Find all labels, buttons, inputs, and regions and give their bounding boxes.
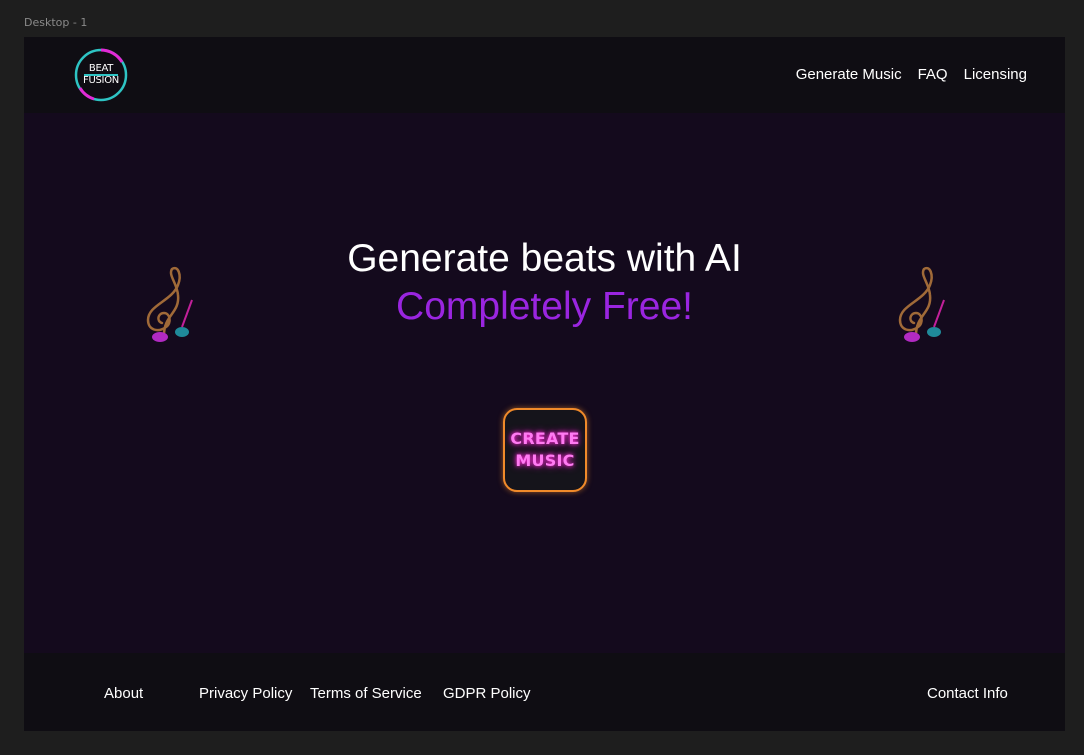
nav-generate-music[interactable]: Generate Music	[796, 66, 902, 83]
header: BEAT FUSION Generate Music FAQ Licensing	[24, 37, 1065, 113]
footer-link-privacy-policy[interactable]: Privacy Policy	[199, 685, 292, 702]
logo-text-beat: BEAT	[88, 63, 114, 74]
create-music-label-line1: CREATE	[510, 429, 580, 448]
frame-label: Desktop - 1	[24, 16, 88, 29]
footer-link-contact-info[interactable]: Contact Info	[927, 685, 1008, 702]
nav-licensing[interactable]: Licensing	[964, 66, 1027, 83]
footer: About Privacy Policy Terms of Service GD…	[24, 653, 1065, 731]
footer-link-about[interactable]: About	[104, 685, 143, 702]
page-frame: BEAT FUSION Generate Music FAQ Licensing…	[24, 37, 1065, 731]
main-nav: Generate Music FAQ Licensing	[796, 66, 1027, 83]
footer-link-gdpr-policy[interactable]: GDPR Policy	[443, 685, 531, 702]
hero-title: Generate beats with AI	[347, 237, 742, 280]
create-music-label-line2: MUSIC	[515, 451, 575, 470]
logo-text-fusion: FUSION	[83, 75, 119, 86]
beat-fusion-logo[interactable]: BEAT FUSION	[74, 48, 128, 102]
hero-subtitle: Completely Free!	[396, 285, 693, 328]
nav-faq[interactable]: FAQ	[918, 66, 948, 83]
create-music-button[interactable]: CREATE MUSIC	[503, 408, 587, 492]
footer-link-terms-of-service[interactable]: Terms of Service	[310, 685, 422, 702]
